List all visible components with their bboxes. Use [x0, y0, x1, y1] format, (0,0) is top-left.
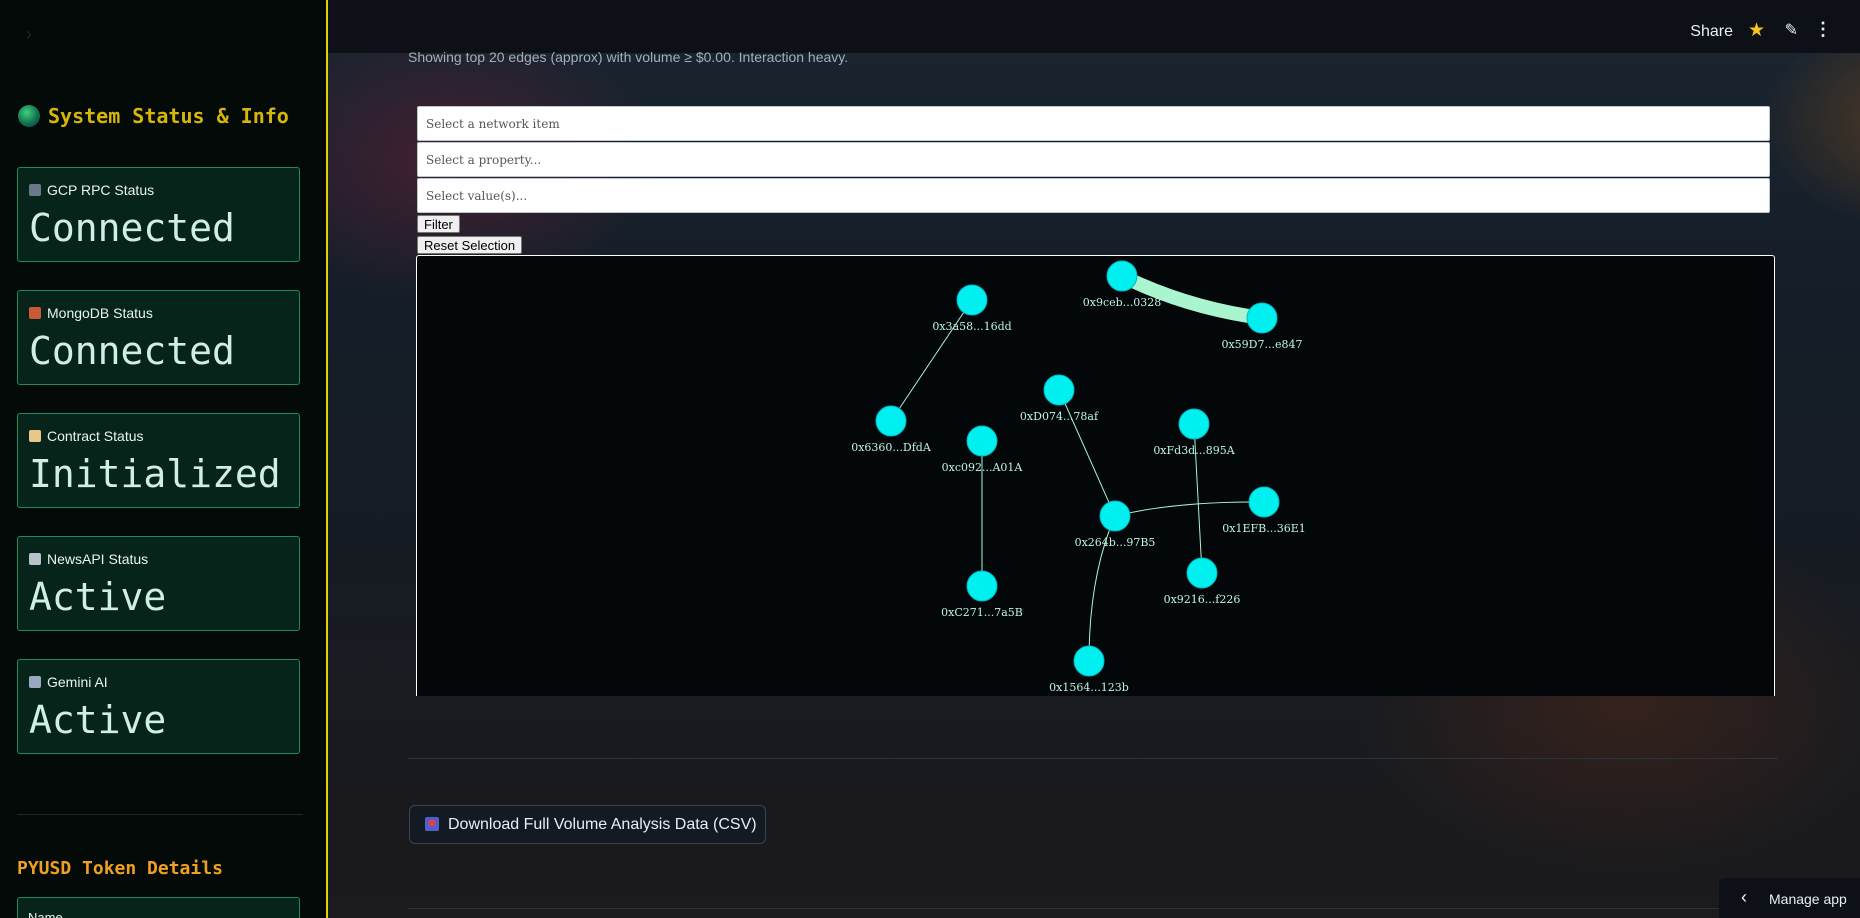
status-label: GCP RPC Status	[47, 182, 155, 198]
graph-node-label: 0xFd3d...895A	[1153, 444, 1235, 457]
token-name-card: Name	[17, 897, 300, 918]
graph-edge[interactable]	[1058, 389, 1116, 517]
graph-node-label: 0x6360...DfdA	[851, 441, 932, 454]
graph-node-label: 0xc092...A01A	[942, 461, 1024, 474]
main-area: Share ★ ✎ ⋮ Showing top 20 edges (approx…	[328, 0, 1860, 918]
manage-app-button[interactable]: ‹ Manage app	[1719, 878, 1860, 918]
graph-node[interactable]	[966, 570, 998, 602]
share-button[interactable]: Share	[1690, 23, 1733, 41]
star-icon[interactable]: ★	[1748, 19, 1765, 42]
sidebar-divider	[17, 814, 303, 815]
sidebar-collapse-icon[interactable]: ›	[26, 24, 32, 45]
graph-node[interactable]	[1106, 260, 1138, 292]
pencil-icon[interactable]: ✎	[1785, 20, 1798, 40]
graph-node-label: 0xC271...7a5B	[941, 606, 1023, 619]
robot-icon	[29, 676, 41, 688]
graph-node[interactable]	[1043, 374, 1075, 406]
select-values[interactable]: Select value(s)...	[417, 178, 1770, 213]
token-details-title: PYUSD Token Details	[17, 858, 223, 879]
inbox-tray-icon	[425, 817, 439, 831]
graph-node-label: 0x9216...f226	[1164, 593, 1241, 606]
graph-node-label: 0x3a58...16dd	[932, 320, 1011, 333]
status-value: Active	[29, 698, 167, 742]
network-graph-svg[interactable]: 0x9ceb...0328 0x59D7...e847 0x3a58...16dd 0…	[417, 256, 1774, 696]
graph-caption: Showing top 20 edges (approx) with volum…	[408, 49, 849, 65]
graph-node[interactable]	[875, 405, 907, 437]
status-label: Contract Status	[47, 428, 144, 444]
status-label: MongoDB Status	[47, 305, 153, 321]
graph-node-label: 0x9ceb...0328	[1083, 296, 1161, 309]
status-card-gcp-rpc: GCP RPC Status Connected	[17, 167, 300, 262]
graph-node-label: 0x1564...123b	[1049, 681, 1129, 694]
select-network-item[interactable]: Select a network item	[417, 106, 1770, 141]
status-value: Initialized	[29, 452, 281, 496]
newspaper-icon	[29, 553, 41, 565]
graph-node[interactable]	[1186, 557, 1218, 589]
more-menu-icon[interactable]: ⋮	[1814, 19, 1832, 40]
globe-icon	[18, 105, 40, 127]
status-card-gemini: Gemini AI Active	[17, 659, 300, 754]
graph-node-label: 0x1EFB...36E1	[1222, 522, 1305, 535]
graph-node[interactable]	[1099, 500, 1131, 532]
status-card-newsapi: NewsAPI Status Active	[17, 536, 300, 631]
reset-selection-button[interactable]: Reset Selection	[417, 236, 523, 254]
graph-edge[interactable]	[1114, 501, 1265, 517]
graph-node[interactable]	[1178, 408, 1210, 440]
graph-node-label: 0x264b...97B5	[1075, 536, 1156, 549]
sidebar-title: System Status & Info	[18, 104, 318, 128]
sidebar: › System Status & Info GCP RPC Status Co…	[0, 0, 328, 918]
status-value: Connected	[29, 329, 235, 373]
status-label: Gemini AI	[47, 674, 108, 690]
download-csv-button[interactable]: Download Full Volume Analysis Data (CSV)	[409, 805, 766, 844]
graph-node[interactable]	[956, 284, 988, 316]
manage-app-label: Manage app	[1769, 891, 1847, 907]
chevron-left-icon: ‹	[1741, 887, 1747, 907]
graph-node[interactable]	[1248, 486, 1280, 518]
status-card-mongodb: MongoDB Status Connected	[17, 290, 300, 385]
graph-node-label: 0xD074...78af	[1020, 410, 1099, 423]
status-card-contract: Contract Status Initialized	[17, 413, 300, 508]
scroll-icon	[29, 430, 41, 442]
graph-node[interactable]	[1246, 302, 1278, 334]
token-name-label: Name	[28, 910, 63, 918]
status-value: Active	[29, 575, 167, 619]
satellite-icon	[29, 184, 41, 196]
graph-edge[interactable]	[890, 299, 973, 422]
download-csv-label: Download Full Volume Analysis Data (CSV)	[448, 816, 757, 833]
graph-node[interactable]	[1073, 645, 1105, 677]
filter-button[interactable]: Filter	[417, 215, 460, 233]
network-graph[interactable]: 0x9ceb...0328 0x59D7...e847 0x3a58...16dd 0…	[416, 255, 1775, 696]
divider	[408, 758, 1778, 759]
select-property[interactable]: Select a property...	[417, 142, 1770, 177]
graph-node[interactable]	[966, 425, 998, 457]
divider	[408, 908, 1778, 909]
top-toolbar: Share ★ ✎ ⋮	[328, 0, 1860, 53]
graph-node-label: 0x59D7...e847	[1221, 338, 1302, 351]
brick-icon	[29, 307, 41, 319]
status-label: NewsAPI Status	[47, 551, 149, 567]
status-value: Connected	[29, 206, 235, 250]
